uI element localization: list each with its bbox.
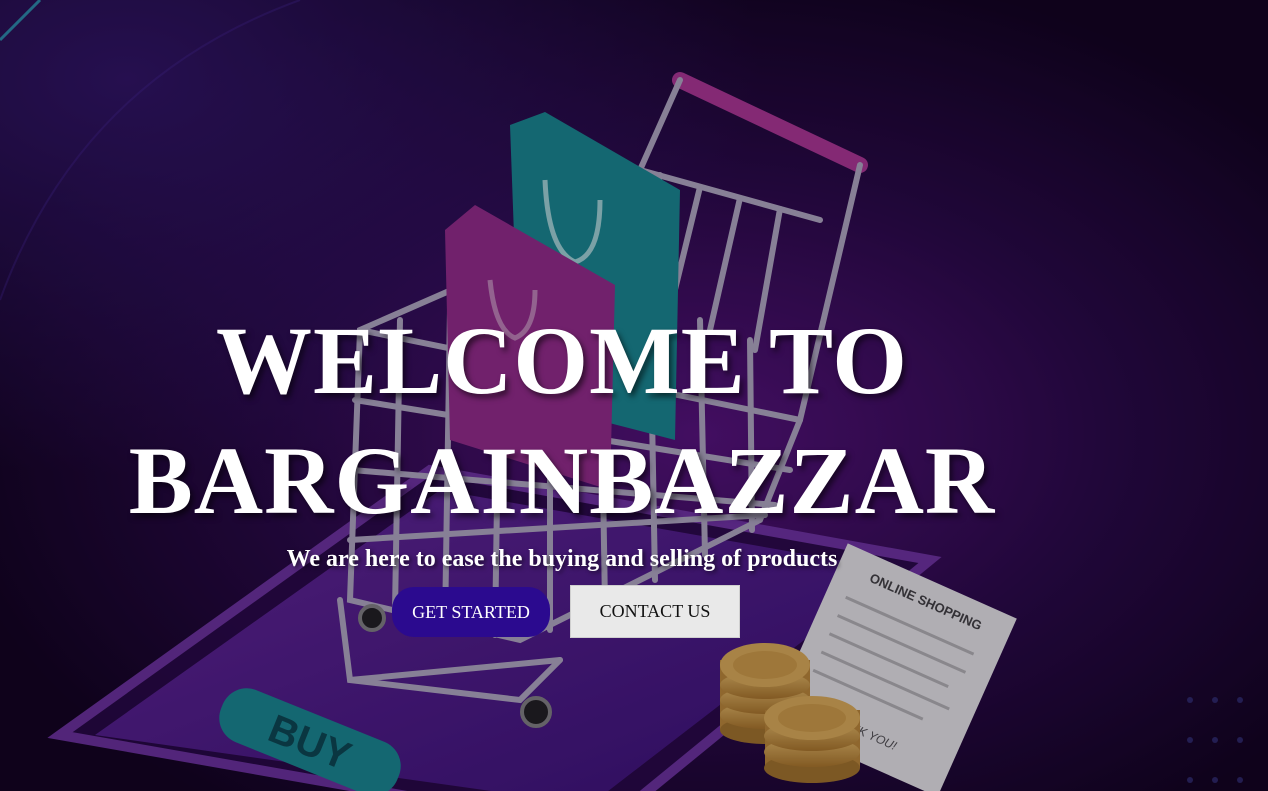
hero-headline-line1: WELCOME TO [216,307,908,414]
get-started-button[interactable]: GET STARTED [392,587,550,637]
hero-headline-line2: BARGAINBAZZAR [128,427,996,534]
hero-tagline: We are here to ease the buying and selli… [286,546,838,572]
contact-us-button[interactable]: CONTACT US [570,585,740,638]
hero-section: BUY ONLINE SHOPPING THANK YOU! WELCOME T… [0,0,1268,791]
